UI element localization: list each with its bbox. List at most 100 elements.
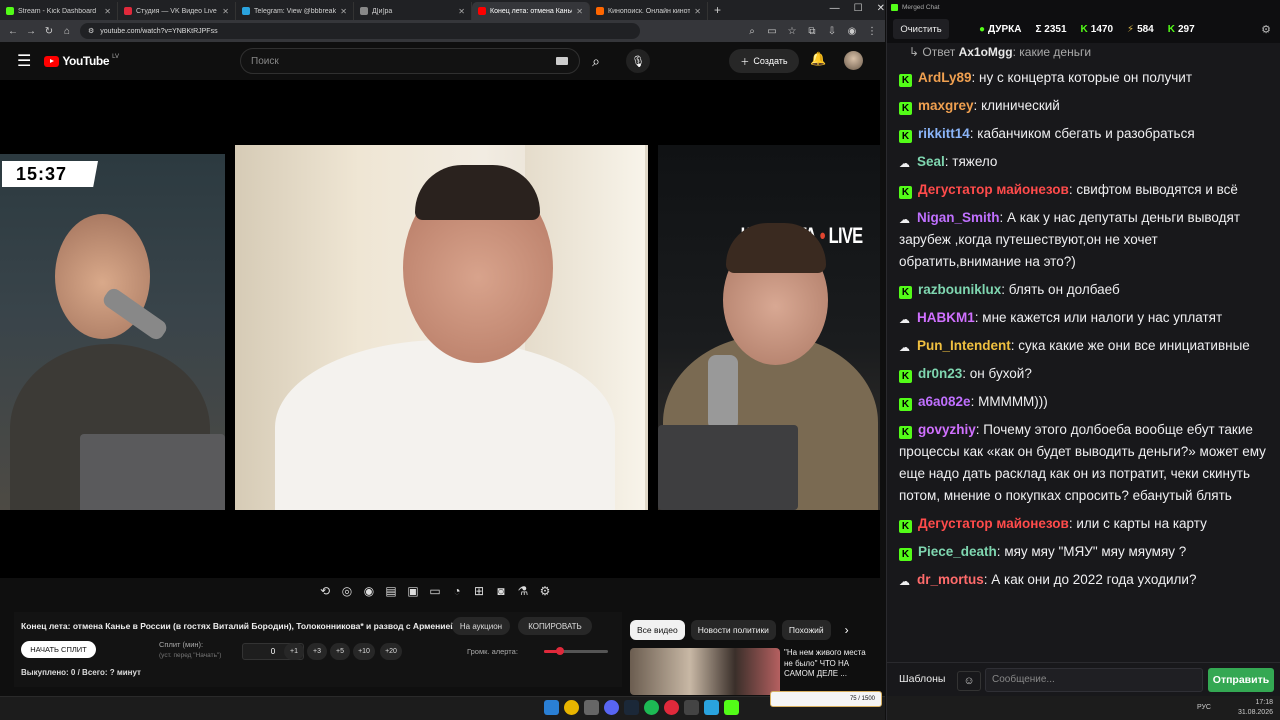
stream-timer: 15:37 xyxy=(2,161,98,187)
chat-username[interactable]: dr_mortus xyxy=(917,572,984,587)
chat-username[interactable]: rikkitt14 xyxy=(918,126,970,141)
chat-username[interactable]: Seal xyxy=(917,154,945,169)
add-3-button[interactable]: +3 xyxy=(307,643,327,660)
tab-close-icon[interactable]: ✕ xyxy=(104,7,111,16)
close-icon[interactable]: ✕ xyxy=(877,3,885,14)
kick-icon[interactable] xyxy=(724,700,739,715)
account-avatar[interactable] xyxy=(844,51,863,70)
tab-close-icon[interactable]: ✕ xyxy=(340,7,347,16)
chat-username[interactable]: Дегустатор майонезов xyxy=(918,516,1069,531)
chip-similar[interactable]: Похожий xyxy=(781,620,831,640)
telegram-icon[interactable] xyxy=(704,700,719,715)
chat-username[interactable]: dr0n23 xyxy=(918,366,962,381)
folder-icon[interactable] xyxy=(684,700,699,715)
browser-menu-icon[interactable]: ⋮ xyxy=(867,26,877,37)
screenshot-icon[interactable]: ◙ xyxy=(494,584,508,598)
chat-username[interactable]: HABKM1 xyxy=(917,310,975,325)
spotify-icon[interactable] xyxy=(644,700,659,715)
browser-tab[interactable]: Студия — VK Видео Live ✕ xyxy=(118,2,236,20)
eye-icon[interactable]: ◉ xyxy=(362,584,376,598)
tab-close-icon[interactable]: ✕ xyxy=(458,7,465,16)
create-button[interactable]: ＋ Создать xyxy=(729,49,799,73)
site-info-icon[interactable]: ⚙ xyxy=(88,27,94,35)
add-clip-icon[interactable]: ⊞ xyxy=(472,584,486,598)
chat-username[interactable]: Дегустатор майонезов xyxy=(918,182,1069,197)
auction-button[interactable]: На аукцион xyxy=(452,617,510,635)
broadcast-icon[interactable]: ◎ xyxy=(340,584,354,598)
film-icon[interactable]: ▤ xyxy=(384,584,398,598)
hamburger-menu-icon[interactable]: ☰ xyxy=(17,51,31,71)
new-tab-icon[interactable]: + xyxy=(708,3,727,20)
tab-close-icon[interactable]: ✕ xyxy=(694,7,701,16)
minimize-icon[interactable]: — xyxy=(830,3,840,14)
home-icon[interactable]: ⌂ xyxy=(62,26,72,37)
chat-username[interactable]: Nigan_Smith xyxy=(917,210,1000,225)
picture-icon[interactable]: ▣ xyxy=(406,584,420,598)
reload-icon[interactable]: ↻ xyxy=(44,26,54,37)
bookmark-star-icon[interactable]: ☆ xyxy=(787,26,797,37)
profile-icon[interactable]: ◉ xyxy=(847,26,857,37)
chat-username[interactable]: a6a082e xyxy=(918,394,971,409)
chat-username[interactable]: ArdLy89 xyxy=(918,70,972,85)
start-split-button[interactable]: НАЧАТЬ СПЛИТ xyxy=(21,641,96,658)
obs-icon[interactable] xyxy=(664,700,679,715)
tab-close-icon[interactable]: ✕ xyxy=(576,7,583,16)
theater-icon[interactable]: ▭ xyxy=(428,584,442,598)
extension-toolbar: ⟲ ◎ ◉ ▤ ▣ ▭ ◔ ⊞ ◙ ⚗ ⚙ xyxy=(318,584,552,598)
download-icon[interactable]: ⇩ xyxy=(827,26,837,37)
chevron-right-icon[interactable]: › xyxy=(845,623,849,637)
chrome-icon[interactable] xyxy=(564,700,579,715)
search-input[interactable]: Поиск xyxy=(240,48,580,74)
related-video-thumbnail[interactable] xyxy=(630,648,780,695)
emoji-icon[interactable]: ☺ xyxy=(957,671,981,691)
chat-username[interactable]: Pun_Intendent xyxy=(917,338,1011,353)
add-20-button[interactable]: +20 xyxy=(380,643,402,660)
vk-platform-icon: ☁ xyxy=(899,314,910,326)
chat-username[interactable]: Piece_death xyxy=(918,544,997,559)
loop-icon[interactable]: ⟲ xyxy=(318,584,332,598)
browser-tab[interactable]: Telegram: View @bbbreaking ✕ xyxy=(236,2,354,20)
zoom-icon[interactable]: ⌕ xyxy=(747,26,757,37)
maximize-icon[interactable]: ☐ xyxy=(854,3,863,14)
voice-search-button[interactable]: 🎙 xyxy=(626,49,650,73)
app-icon[interactable] xyxy=(584,700,599,715)
chip-all-videos[interactable]: Все видео xyxy=(630,620,685,640)
cast-icon[interactable]: ▭ xyxy=(767,26,777,37)
tab-close-icon[interactable]: ✕ xyxy=(222,7,229,16)
notifications-bell-icon[interactable]: 🔔 xyxy=(810,51,826,67)
chat-username[interactable]: govyzhiy xyxy=(918,422,976,437)
discord-icon[interactable] xyxy=(604,700,619,715)
clear-chat-button[interactable]: Очистить xyxy=(893,19,949,39)
keyboard-icon[interactable] xyxy=(556,57,568,65)
search-button[interactable]: ⌕ xyxy=(582,48,610,74)
extensions-icon[interactable]: ⧉ xyxy=(807,26,817,37)
send-button[interactable]: Отправить xyxy=(1208,668,1274,692)
speed-icon[interactable]: ◔ xyxy=(450,584,464,598)
back-icon[interactable]: ← xyxy=(8,26,18,37)
browser-tab[interactable]: Stream - Kick Dashboard ✕ xyxy=(0,2,118,20)
chat-settings-icon[interactable]: ⚙ xyxy=(1261,23,1271,36)
browser-tab[interactable]: Конец лета: отмена Канье ✕ xyxy=(472,2,590,20)
video-player[interactable]: КОМНАТА • LIVE 15:37 xyxy=(0,80,880,578)
chat-message-input[interactable]: Сообщение... xyxy=(985,668,1203,692)
copy-button[interactable]: КОПИРОВАТЬ xyxy=(518,617,592,635)
related-video-title[interactable]: "На нем живого места не было" ЧТО НА САМ… xyxy=(784,648,874,680)
chip-politics-news[interactable]: Новости политики xyxy=(690,620,776,640)
chat-username[interactable]: maxgrey xyxy=(918,98,974,113)
add-1-button[interactable]: +1 xyxy=(284,643,304,660)
browser-tab[interactable]: Д[и]ра ✕ xyxy=(354,2,472,20)
steam-icon[interactable] xyxy=(624,700,639,715)
settings-icon[interactable]: ⚙ xyxy=(538,584,552,598)
flask-icon[interactable]: ⚗ xyxy=(516,584,530,598)
youtube-logo[interactable]: YouTube LV xyxy=(44,54,119,68)
forward-icon[interactable]: → xyxy=(26,26,36,37)
add-5-button[interactable]: +5 xyxy=(330,643,350,660)
url-field[interactable]: ⚙ youtube.com/watch?v=YNBKtRJPFss xyxy=(80,23,640,39)
alert-volume-knob[interactable] xyxy=(556,647,564,655)
templates-button[interactable]: Шаблоны xyxy=(899,673,945,685)
input-language[interactable]: РУС xyxy=(1197,704,1211,711)
browser-tab[interactable]: Кинопоиск. Онлайн кинотеатр✕ xyxy=(590,2,708,20)
chat-username[interactable]: razbouniklux xyxy=(918,282,1001,297)
windows-start-icon[interactable] xyxy=(544,700,559,715)
add-10-button[interactable]: +10 xyxy=(353,643,375,660)
